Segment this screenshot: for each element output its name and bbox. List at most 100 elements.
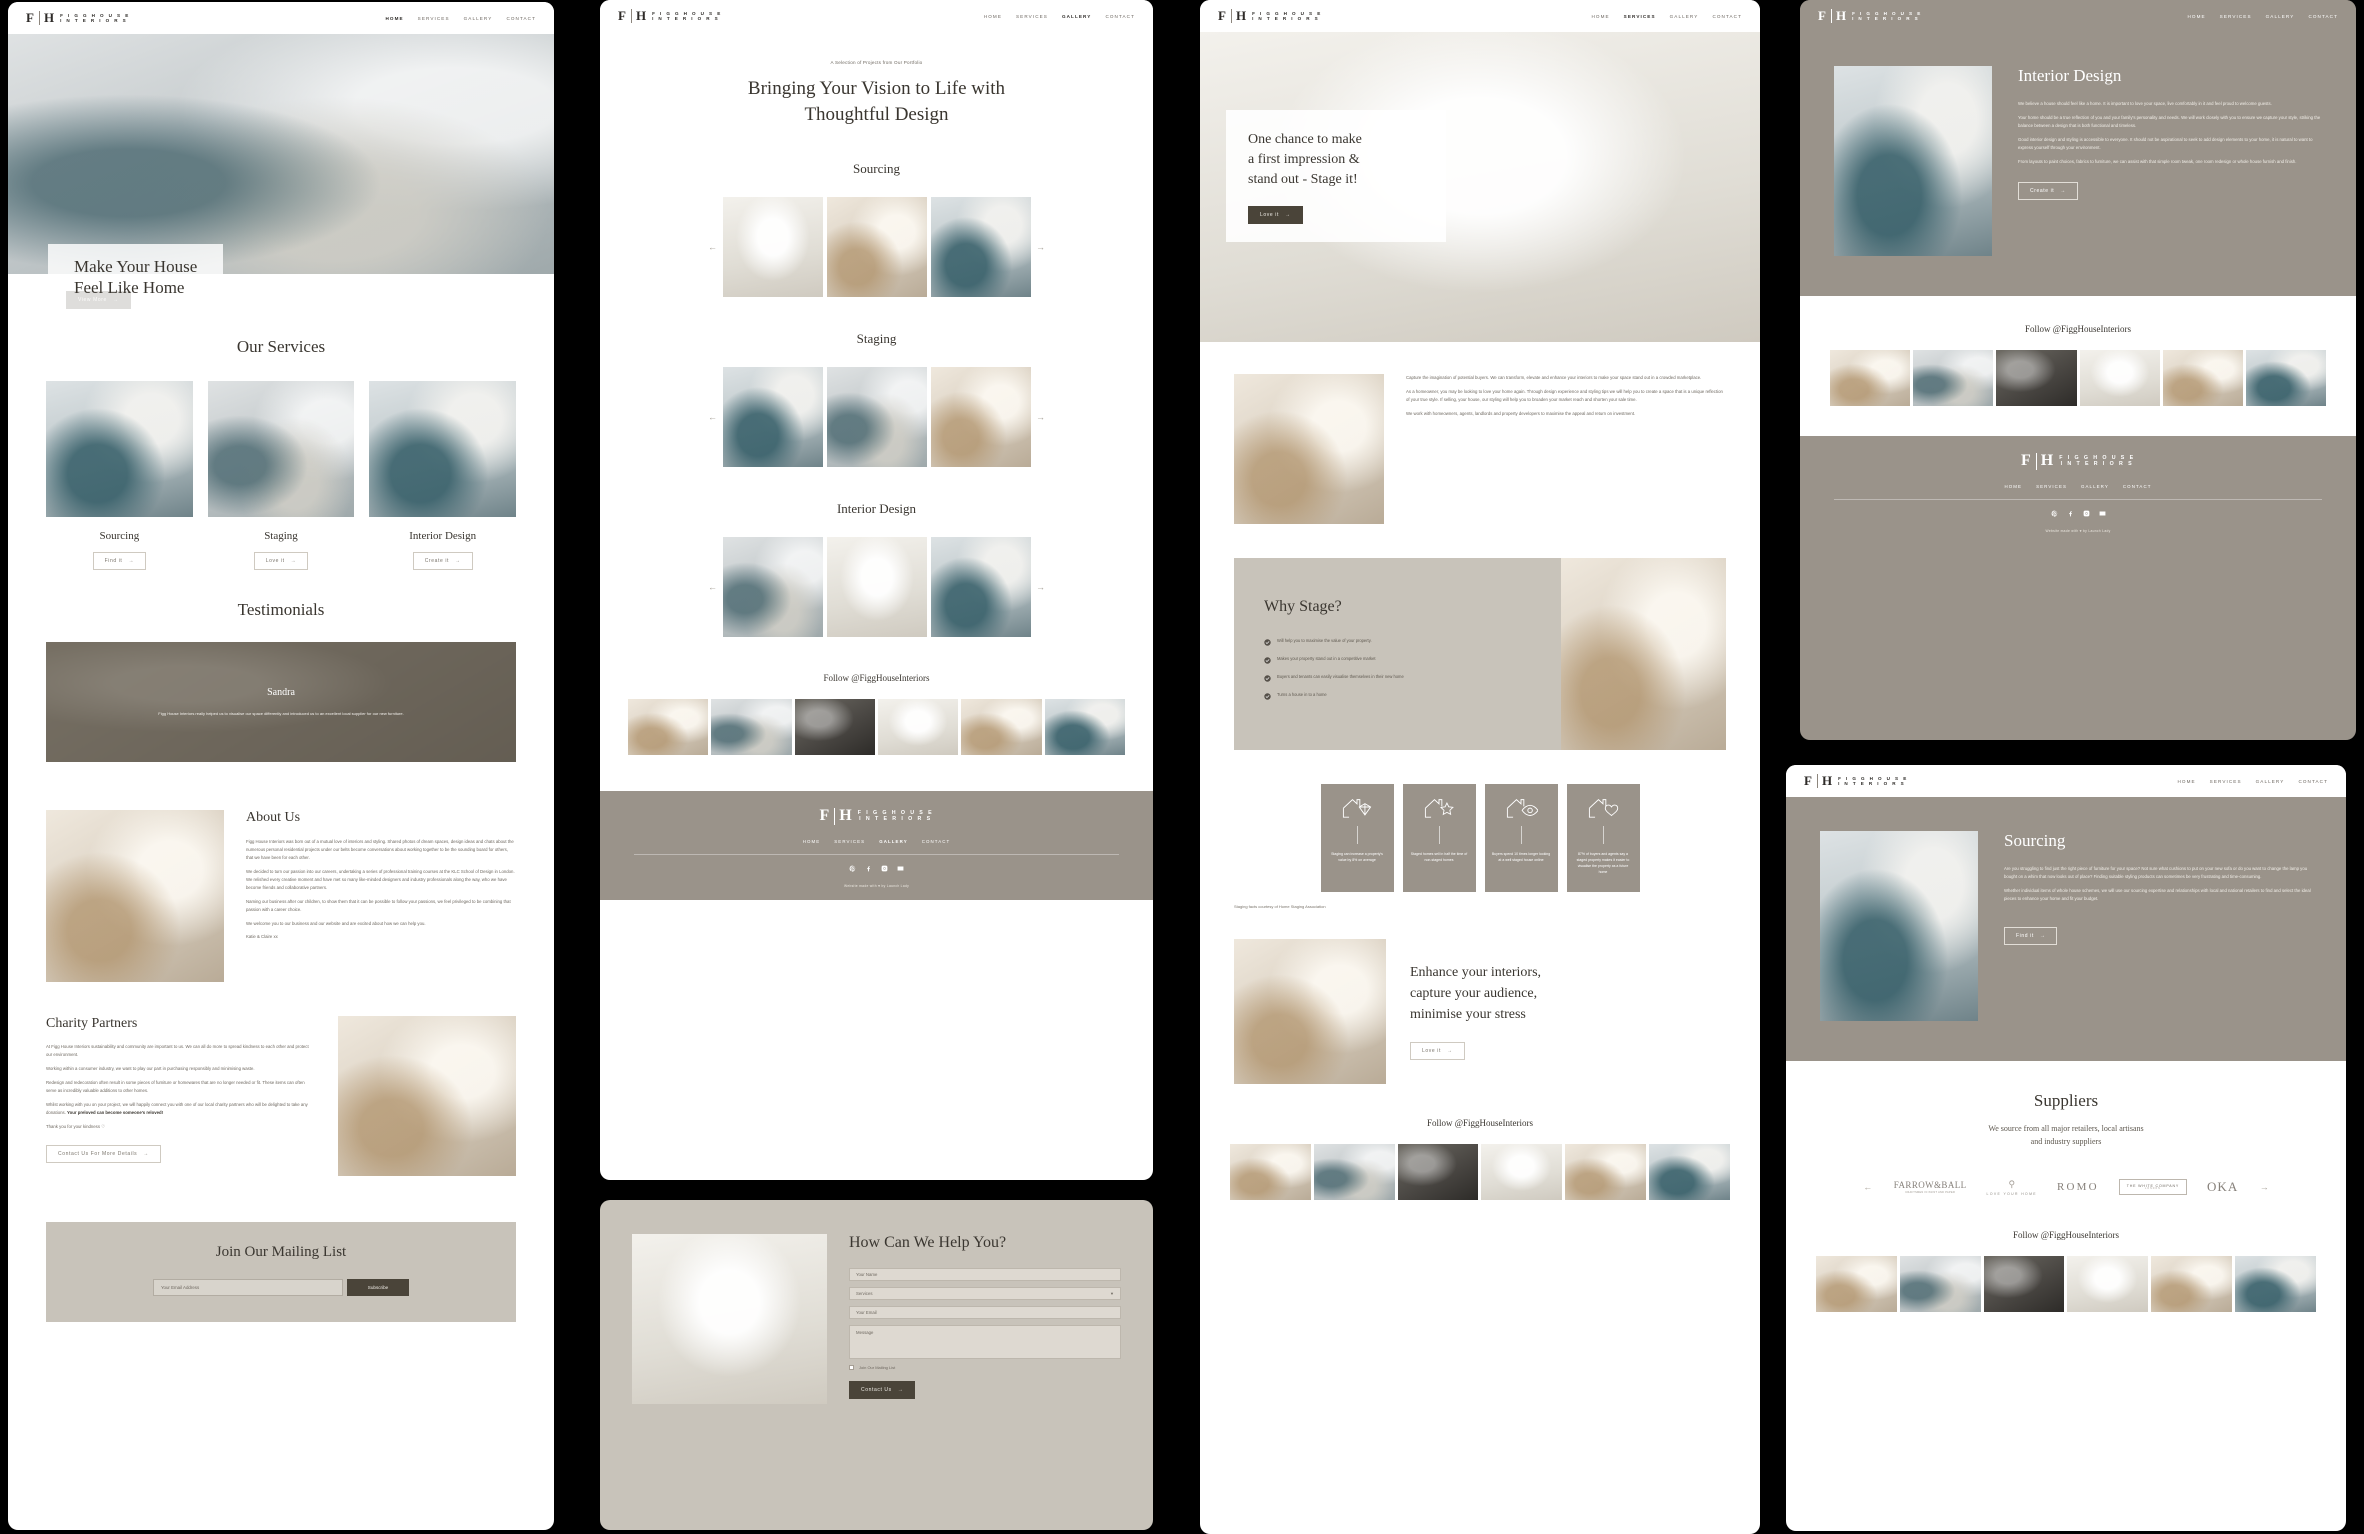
contact-message-textarea[interactable]: Message [849, 1325, 1121, 1359]
gallery-image[interactable] [826, 537, 927, 638]
brand-logo[interactable]: F H F I G G H O U S E I N T E R I O R S [1218, 8, 1322, 24]
instagram-image[interactable] [1913, 350, 1994, 406]
instagram-image[interactable] [794, 699, 875, 756]
email-icon[interactable] [897, 865, 904, 872]
instagram-image[interactable] [1230, 1144, 1311, 1200]
nav-item-services[interactable]: SERVICES [2220, 14, 2252, 19]
footer-nav-home[interactable]: HOME [803, 839, 821, 844]
brand-logo[interactable]: F H F I G G H O U S E I N T E R I O R S [1804, 773, 1908, 789]
nav-item-services[interactable]: SERVICES [1624, 14, 1656, 19]
main-nav[interactable]: HOME SERVICES GALLERY CONTACT [1591, 14, 1742, 19]
instagram-image[interactable] [2162, 350, 2243, 406]
nav-item-contact[interactable]: CONTACT [2308, 14, 2338, 19]
brand-logo[interactable]: F H F I G G H O U S E I N T E R I O R S [26, 10, 130, 26]
instagram-image[interactable] [2235, 1255, 2316, 1312]
gallery-carousel-sourcing[interactable]: ← → [600, 197, 1153, 298]
footer-brand-logo[interactable]: F H F I G G H O U S E I N T E R I O R S [600, 807, 1153, 825]
carousel-prev-icon-interior-design[interactable]: ← [707, 582, 719, 592]
enhance-cta[interactable]: Love it → [1410, 1041, 1465, 1060]
instagram-image[interactable] [877, 699, 959, 756]
interior-design-cta[interactable]: Create it → [2018, 181, 2078, 200]
instagram-title[interactable]: Follow @FiggHouseInteriors [1816, 1230, 2316, 1240]
brand-logo[interactable]: F H F I G G H O U S E I N T E R I O R S [1818, 8, 1922, 24]
instagram-image[interactable] [711, 699, 792, 756]
mailing-email-input[interactable]: Your Email Address [153, 1279, 343, 1296]
gallery-image[interactable] [722, 367, 823, 468]
facebook-icon[interactable] [2067, 510, 2074, 517]
nav-item-contact[interactable]: CONTACT [2298, 779, 2328, 784]
contact-service-select[interactable]: Services ▼ [849, 1287, 1121, 1300]
staging-hero-cta[interactable]: Love it → [1248, 205, 1303, 224]
main-nav[interactable]: HOME SERVICES GALLERY CONTACT [2177, 779, 2328, 784]
carousel-next-icon-sourcing[interactable]: → [1035, 242, 1047, 252]
service-cta-staging[interactable]: Love it → [253, 552, 309, 570]
main-nav[interactable]: HOME SERVICES GALLERY CONTACT [385, 16, 536, 21]
gallery-carousel-staging[interactable]: ← → [600, 367, 1153, 468]
contact-mailing-checkbox[interactable]: Join Our Mailing List [849, 1365, 1121, 1370]
carousel-prev-icon-staging[interactable]: ← [707, 412, 719, 422]
supplier-logo-romo[interactable]: ROMO [2057, 1181, 2099, 1193]
nav-item-home[interactable]: HOME [984, 14, 1002, 19]
carousel-next-icon-suppliers[interactable]: → [2258, 1182, 2270, 1192]
nav-item-gallery[interactable]: GALLERY [1062, 14, 1091, 19]
instagram-image[interactable] [1044, 699, 1125, 756]
supplier-logo-farrow-ball[interactable]: FARROW&BALL CRAFTSMEN IN PAINT AND PAPER [1894, 1180, 1967, 1194]
gallery-image[interactable] [930, 197, 1031, 298]
gallery-image[interactable] [722, 537, 823, 638]
nav-item-gallery[interactable]: GALLERY [1670, 14, 1699, 19]
footer-nav[interactable]: HOME SERVICES GALLERY CONTACT [600, 839, 1153, 844]
supplier-logo-oka[interactable]: OKA [2207, 1179, 2238, 1195]
brand-logo[interactable]: F H F I G G H O U S E I N T E R I O R S [618, 8, 722, 24]
nav-item-services[interactable]: SERVICES [1016, 14, 1048, 19]
nav-item-services[interactable]: SERVICES [418, 16, 450, 21]
footer-nav-gallery[interactable]: GALLERY [879, 839, 908, 844]
nav-item-services[interactable]: SERVICES [2210, 779, 2242, 784]
gallery-image[interactable] [826, 197, 927, 298]
instagram-title[interactable]: Follow @FiggHouseInteriors [1230, 1118, 1730, 1128]
main-nav[interactable]: HOME SERVICES GALLERY CONTACT [2187, 14, 2338, 19]
instagram-image[interactable] [1313, 1144, 1395, 1200]
instagram-image[interactable] [1996, 350, 2077, 406]
instagram-image[interactable] [1481, 1144, 1563, 1200]
mailing-subscribe-button[interactable]: Subscribe [347, 1279, 409, 1296]
instagram-title[interactable]: Follow @FiggHouseInteriors [628, 673, 1125, 683]
carousel-next-icon-staging[interactable]: → [1035, 412, 1047, 422]
footer-nav-services[interactable]: SERVICES [834, 839, 865, 844]
nav-item-contact[interactable]: CONTACT [506, 16, 536, 21]
footer-nav[interactable]: HOME SERVICES GALLERY CONTACT [1800, 484, 2356, 489]
footer-nav-services[interactable]: SERVICES [2036, 484, 2067, 489]
nav-item-gallery[interactable]: GALLERY [2256, 779, 2285, 784]
footer-social-links[interactable] [1800, 510, 2356, 517]
nav-item-home[interactable]: HOME [2187, 14, 2205, 19]
nav-item-home[interactable]: HOME [2177, 779, 2195, 784]
nav-item-home[interactable]: HOME [385, 16, 403, 21]
checkbox-icon[interactable] [849, 1365, 854, 1370]
facebook-icon[interactable] [865, 865, 872, 872]
footer-nav-home[interactable]: HOME [2005, 484, 2023, 489]
footer-brand-logo[interactable]: F H F I G G H O U S E I N T E R I O R S [1800, 452, 2356, 470]
service-cta-sourcing[interactable]: Find it → [92, 552, 147, 570]
service-cta-interior-design[interactable]: Create it → [412, 552, 473, 570]
instagram-image[interactable] [1397, 1144, 1479, 1200]
service-card-sourcing[interactable]: Sourcing Find it → [46, 381, 193, 570]
gallery-carousel-interior-design[interactable]: ← → [600, 537, 1153, 638]
carousel-prev-icon-suppliers[interactable]: ← [1862, 1182, 1874, 1192]
nav-item-home[interactable]: HOME [1591, 14, 1609, 19]
carousel-next-icon-interior-design[interactable]: → [1035, 582, 1047, 592]
supplier-logo-love-your-home[interactable]: ⚲ LOVE YOUR HOME [1987, 1179, 2037, 1196]
gallery-image[interactable] [930, 537, 1031, 638]
supplier-logo-white-company[interactable]: THE WHITE COMPANY LONDON [2118, 1179, 2188, 1196]
charity-contact-button[interactable]: Contact Us For More Details → [46, 1144, 161, 1163]
service-card-interior-design[interactable]: Interior Design Create it → [369, 381, 517, 570]
instagram-icon[interactable] [881, 865, 888, 872]
instagram-image[interactable] [1899, 1255, 1981, 1312]
instagram-image[interactable] [1649, 1144, 1730, 1200]
instagram-icon[interactable] [2083, 510, 2090, 517]
instagram-image[interactable] [961, 699, 1042, 756]
footer-nav-contact[interactable]: CONTACT [922, 839, 951, 844]
main-nav[interactable]: HOME SERVICES GALLERY CONTACT [984, 14, 1135, 19]
sourcing-cta[interactable]: Find it → [2004, 926, 2058, 945]
instagram-image[interactable] [1816, 1255, 1897, 1312]
service-card-staging[interactable]: Staging Love it → [207, 381, 355, 570]
chevron-down-icon[interactable]: ▼ [1110, 1291, 1114, 1296]
